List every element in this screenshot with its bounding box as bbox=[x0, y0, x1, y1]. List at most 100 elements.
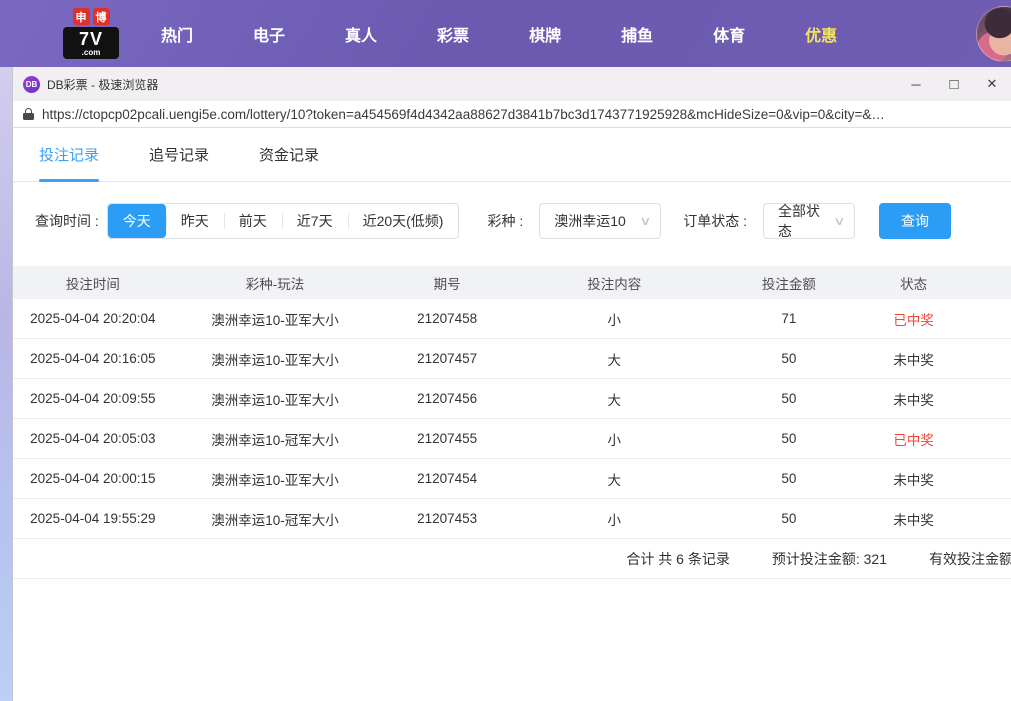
record-tabs: 投注记录 追号记录 资金记录 bbox=[13, 128, 1011, 182]
cell-game-play: 澳洲幸运10-冠军大小 bbox=[173, 419, 378, 458]
nav-item-lottery[interactable]: 彩票 bbox=[437, 22, 469, 46]
window-title: DB彩票 - 极速浏览器 bbox=[47, 76, 897, 93]
logo-main: 7V .com bbox=[63, 27, 119, 59]
chevron-down-icon: ∨ bbox=[833, 214, 845, 228]
user-avatar[interactable] bbox=[976, 6, 1011, 62]
col-bet-content: 投注内容 bbox=[517, 266, 712, 299]
order-status-label: 订单状态 : bbox=[683, 211, 747, 231]
bet-records-table: 投注时间 彩种-玩法 期号 投注内容 投注金额 状态 2025-04-04 20… bbox=[13, 266, 1011, 579]
cell-status: 未中奖 bbox=[866, 499, 961, 538]
lottery-select[interactable]: 澳洲幸运10 ∨ bbox=[539, 203, 661, 239]
table-row: 2025-04-04 20:05:03 澳洲幸运10-冠军大小 21207455… bbox=[13, 419, 1011, 459]
table-row: 2025-04-04 20:09:55 澳洲幸运10-亚军大小 21207456… bbox=[13, 379, 1011, 419]
address-bar[interactable]: https://ctopcp02pcali.uengi5e.com/lotter… bbox=[13, 101, 1011, 128]
cell-issue: 21207456 bbox=[377, 379, 517, 418]
logo-char-2: 博 bbox=[93, 8, 110, 25]
nav-item-chess[interactable]: 棋牌 bbox=[529, 22, 561, 46]
cell-issue: 21207454 bbox=[377, 459, 517, 498]
logo-char-1: 申 bbox=[73, 8, 90, 25]
cell-bet-content: 大 bbox=[517, 459, 712, 498]
cell-issue: 21207457 bbox=[377, 339, 517, 378]
cell-bet-time: 2025-04-04 20:09:55 bbox=[13, 379, 173, 418]
cell-game-play: 澳洲幸运10-亚军大小 bbox=[173, 299, 378, 338]
table-row: 2025-04-04 19:55:29 澳洲幸运10-冠军大小 21207453… bbox=[13, 499, 1011, 539]
nav-item-fishing[interactable]: 捕鱼 bbox=[621, 22, 653, 46]
cell-bet-amount: 50 bbox=[712, 419, 867, 458]
window-titlebar: DB DB彩票 - 极速浏览器 ─ □ ✕ bbox=[13, 67, 1011, 101]
table-row: 2025-04-04 20:20:04 澳洲幸运10-亚军大小 21207458… bbox=[13, 299, 1011, 339]
table-body: 2025-04-04 20:20:04 澳洲幸运10-亚军大小 21207458… bbox=[13, 299, 1011, 539]
tab-bet-records[interactable]: 投注记录 bbox=[39, 128, 99, 181]
browser-window: DB DB彩票 - 极速浏览器 ─ □ ✕ https://ctopcp02pc… bbox=[12, 67, 1011, 701]
filter-bar: 查询时间 : 今天 昨天 前天 近7天 近20天(低频) 彩种 : 澳洲幸运10… bbox=[13, 203, 1011, 239]
cell-issue: 21207453 bbox=[377, 499, 517, 538]
cell-issue: 21207458 bbox=[377, 299, 517, 338]
tab-fund-records[interactable]: 资金记录 bbox=[259, 128, 319, 181]
cell-bet-time: 2025-04-04 20:00:15 bbox=[13, 459, 173, 498]
time-option-20days[interactable]: 近20天(低频) bbox=[348, 204, 459, 238]
cell-status: 已中奖 bbox=[866, 299, 961, 338]
close-icon[interactable]: ✕ bbox=[973, 67, 1011, 101]
time-option-yesterday[interactable]: 昨天 bbox=[166, 204, 224, 238]
cell-game-play: 澳洲幸运10-亚军大小 bbox=[173, 459, 378, 498]
cell-status: 未中奖 bbox=[866, 379, 961, 418]
cell-bet-content: 大 bbox=[517, 379, 712, 418]
cell-status: 已中奖 bbox=[866, 419, 961, 458]
lottery-select-value: 澳洲幸运10 bbox=[554, 211, 626, 231]
browser-app-icon: DB bbox=[23, 76, 40, 93]
col-bet-amount: 投注金额 bbox=[712, 266, 867, 299]
lock-icon bbox=[23, 108, 34, 120]
table-row: 2025-04-04 20:00:15 澳洲幸运10-亚军大小 21207454… bbox=[13, 459, 1011, 499]
time-range-group: 今天 昨天 前天 近7天 近20天(低频) bbox=[107, 203, 460, 239]
cell-bet-time: 2025-04-04 20:05:03 bbox=[13, 419, 173, 458]
maximize-icon[interactable]: □ bbox=[935, 67, 973, 101]
cell-bet-content: 大 bbox=[517, 339, 712, 378]
time-option-day-before[interactable]: 前天 bbox=[224, 204, 282, 238]
nav-item-sports[interactable]: 体育 bbox=[713, 22, 745, 46]
table-summary-row: 合计 共 6 条记录 预计投注金额: 321 有效投注金额 bbox=[13, 539, 1011, 579]
cell-game-play: 澳洲幸运10-冠军大小 bbox=[173, 499, 378, 538]
summary-total-records: 合计 共 6 条记录 bbox=[626, 549, 729, 569]
nav-item-hot[interactable]: 热门 bbox=[161, 22, 193, 46]
cell-bet-content: 小 bbox=[517, 419, 712, 458]
window-controls: ─ □ ✕ bbox=[897, 67, 1011, 101]
cell-bet-time: 2025-04-04 19:55:29 bbox=[13, 499, 173, 538]
minimize-icon[interactable]: ─ bbox=[897, 67, 935, 101]
time-option-today[interactable]: 今天 bbox=[108, 204, 166, 238]
query-time-label: 查询时间 : bbox=[35, 211, 99, 231]
cell-bet-amount: 50 bbox=[712, 459, 867, 498]
order-status-select[interactable]: 全部状态 ∨ bbox=[763, 203, 855, 239]
col-status: 状态 bbox=[866, 266, 961, 299]
site-logo[interactable]: 申 博 7V .com bbox=[63, 8, 119, 59]
nav-item-promo[interactable]: 优惠 bbox=[805, 22, 837, 46]
cell-game-play: 澳洲幸运10-亚军大小 bbox=[173, 379, 378, 418]
cell-issue: 21207455 bbox=[377, 419, 517, 458]
col-game-play: 彩种-玩法 bbox=[173, 266, 378, 299]
chevron-down-icon: ∨ bbox=[640, 214, 652, 228]
cell-game-play: 澳洲幸运10-亚军大小 bbox=[173, 339, 378, 378]
summary-expected-amount: 预计投注金额: 321 bbox=[772, 549, 887, 569]
site-header: 申 博 7V .com 热门 电子 真人 彩票 棋牌 捕鱼 体育 优惠 bbox=[0, 0, 1011, 67]
cell-bet-time: 2025-04-04 20:16:05 bbox=[13, 339, 173, 378]
site-nav: 热门 电子 真人 彩票 棋牌 捕鱼 体育 优惠 bbox=[161, 22, 837, 46]
cell-bet-amount: 50 bbox=[712, 339, 867, 378]
lottery-type-label: 彩种 : bbox=[487, 211, 523, 231]
time-option-7days[interactable]: 近7天 bbox=[282, 204, 348, 238]
nav-item-slots[interactable]: 电子 bbox=[253, 22, 285, 46]
nav-item-live[interactable]: 真人 bbox=[345, 22, 377, 46]
cell-status: 未中奖 bbox=[866, 459, 961, 498]
cell-bet-amount: 71 bbox=[712, 299, 867, 338]
tab-chase-records[interactable]: 追号记录 bbox=[149, 128, 209, 181]
url-text[interactable]: https://ctopcp02pcali.uengi5e.com/lotter… bbox=[42, 107, 885, 122]
cell-bet-amount: 50 bbox=[712, 499, 867, 538]
col-issue: 期号 bbox=[377, 266, 517, 299]
summary-valid-amount: 有效投注金额 bbox=[929, 549, 1011, 569]
table-row: 2025-04-04 20:16:05 澳洲幸运10-亚军大小 21207457… bbox=[13, 339, 1011, 379]
cell-bet-content: 小 bbox=[517, 499, 712, 538]
cell-bet-amount: 50 bbox=[712, 379, 867, 418]
cell-bet-content: 小 bbox=[517, 299, 712, 338]
cell-status: 未中奖 bbox=[866, 339, 961, 378]
search-button[interactable]: 查询 bbox=[879, 203, 951, 239]
col-bet-time: 投注时间 bbox=[13, 266, 173, 299]
table-header-row: 投注时间 彩种-玩法 期号 投注内容 投注金额 状态 bbox=[13, 266, 1011, 299]
